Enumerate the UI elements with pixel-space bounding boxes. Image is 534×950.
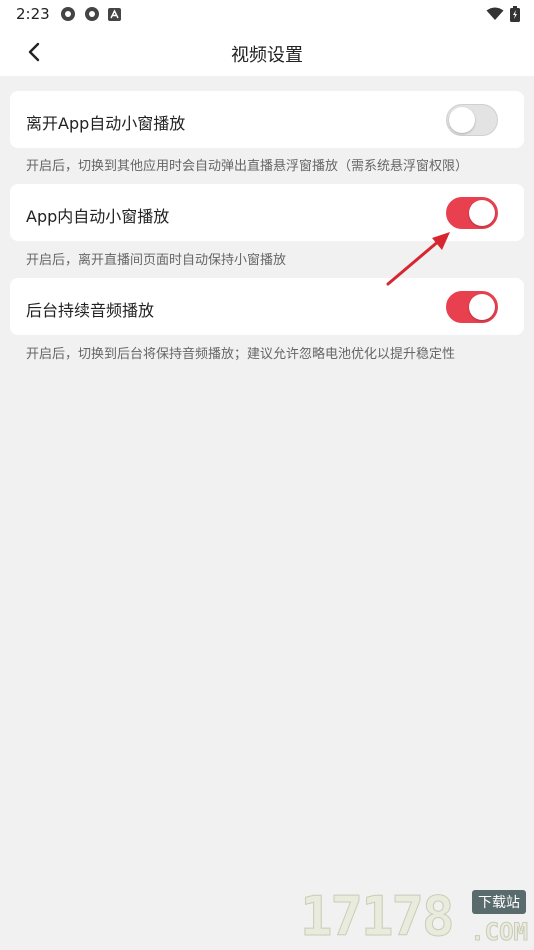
- status-time: 2:23: [16, 5, 50, 23]
- in-app-pip-toggle[interactable]: [446, 197, 498, 229]
- wifi-icon: [486, 7, 504, 20]
- status-system-icons: [486, 6, 520, 22]
- watermark-logo: 17178 下载站 .COM: [300, 885, 530, 949]
- setting-hint: 开启后，切换到后台将保持音频播放；建议允许忽略电池优化以提升稳定性: [26, 347, 456, 362]
- watermark-digits: 17178: [300, 885, 456, 949]
- annotation-arrow-icon: [386, 232, 450, 286]
- app-a-icon: [108, 7, 121, 21]
- setting-row-leave-app-pip: 离开App自动小窗播放: [10, 91, 524, 148]
- status-bar: 2:23: [0, 0, 534, 28]
- aperture-icon: [61, 7, 75, 21]
- background-audio-toggle[interactable]: [446, 291, 498, 323]
- leave-app-pip-toggle[interactable]: [446, 104, 498, 136]
- setting-hint: 开启后，切换到其他应用时会自动弹出直播悬浮窗播放（需系统悬浮窗权限）: [26, 159, 469, 174]
- app-bar: 视频设置: [0, 28, 534, 76]
- setting-label: App内自动小窗播放: [26, 207, 170, 226]
- status-notification-icons: [60, 6, 121, 22]
- watermark-suffix: .COM: [470, 918, 529, 947]
- aperture-icon: [85, 7, 99, 21]
- battery-icon: [510, 6, 520, 22]
- toggle-knob: [469, 200, 495, 226]
- toggle-knob: [449, 107, 475, 133]
- toggle-knob: [469, 294, 495, 320]
- watermark-badge: 下载站: [472, 890, 526, 914]
- setting-label: 后台持续音频播放: [26, 301, 155, 320]
- setting-label: 离开App自动小窗播放: [26, 114, 186, 133]
- setting-hint: 开启后，离开直播间页面时自动保持小窗播放: [26, 253, 287, 268]
- page-title: 视频设置: [231, 45, 303, 66]
